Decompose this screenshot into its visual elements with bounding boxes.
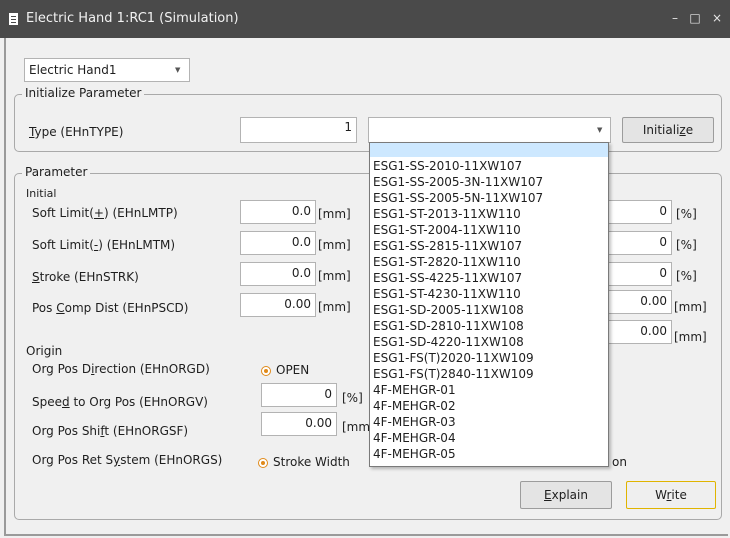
open-radio[interactable] (261, 366, 271, 376)
pos-comp-dist-label: Pos Comp Dist (EHnPSCD) (32, 301, 189, 315)
soft-limit-minus-label: Soft Limit(-) (EHnLMTM) (32, 238, 176, 252)
dropdown-item[interactable]: ESG1-ST-2820-11XW110 (373, 255, 521, 269)
dropdown-highlighted-empty-item[interactable] (370, 143, 608, 157)
right-value-unit: [mm] (674, 300, 707, 314)
soft-limit-plus-unit: [mm] (318, 207, 351, 221)
org-shift-unit: [mm (342, 420, 371, 434)
minimize-button[interactable]: – (666, 9, 684, 27)
hand-select-value: Electric Hand1 (29, 63, 117, 77)
soft-limit-plus-field[interactable]: 0.0 (240, 200, 316, 224)
dropdown-item[interactable]: 4F-MEHGR-05 (373, 447, 456, 461)
dropdown-item[interactable]: ESG1-ST-2013-11XW110 (373, 207, 521, 221)
dropdown-item[interactable]: ESG1-SS-2005-3N-11XW107 (373, 175, 543, 189)
model-select[interactable]: ▼ (368, 117, 611, 143)
chevron-down-icon: ▼ (175, 66, 181, 74)
dropdown-item[interactable]: 4F-MEHGR-04 (373, 431, 456, 445)
soft-limit-minus-unit: [mm] (318, 238, 351, 252)
pos-comp-dist-field[interactable]: 0.00 (240, 293, 316, 317)
right-value-unit: [%] (676, 238, 697, 252)
dropdown-item[interactable]: ESG1-ST-2004-11XW110 (373, 223, 521, 237)
dropdown-item[interactable]: ESG1-SS-4225-11XW107 (373, 271, 522, 285)
dropdown-item[interactable]: ESG1-SS-2005-5N-11XW107 (373, 191, 543, 205)
hand-select[interactable]: Electric Hand1 ▼ (24, 58, 190, 82)
right-value-unit: [%] (676, 207, 697, 221)
stroke-field[interactable]: 0.0 (240, 262, 316, 286)
dropdown-item[interactable]: ESG1-SD-2810-11XW108 (373, 319, 524, 333)
dropdown-item[interactable]: 4F-MEHGR-03 (373, 415, 456, 429)
dropdown-item[interactable]: ESG1-SS-2815-11XW107 (373, 239, 522, 253)
initial-heading: Initial (26, 187, 57, 200)
pos-comp-dist-unit: [mm] (318, 300, 351, 314)
dropdown-item[interactable]: ESG1-FS(T)2840-11XW109 (373, 367, 534, 381)
right-value-unit: [mm] (674, 330, 707, 344)
org-speed-field[interactable]: 0 (261, 383, 337, 407)
org-speed-label: Speed to Org Pos (EHnORGV) (32, 395, 208, 409)
initialize-button[interactable]: Initialize (622, 117, 714, 143)
maximize-button[interactable]: □ (686, 9, 704, 27)
org-speed-unit: [%] (342, 391, 363, 405)
electric-hand-window: Electric Hand 1:RC1 (Simulation) – □ × E… (0, 0, 730, 538)
write-button[interactable]: Write (626, 481, 716, 509)
parameter-legend: Parameter (22, 165, 91, 179)
type-field[interactable]: 1 (240, 117, 357, 143)
org-pos-direction-label: Org Pos Direction (EHnORGD) (32, 362, 210, 376)
origin-heading: Origin (26, 344, 63, 358)
window-title: Electric Hand 1:RC1 (Simulation) (26, 11, 239, 26)
soft-limit-plus-label: Soft Limit(+) (EHnLMTP) (32, 206, 178, 220)
stroke-label: Stroke (EHnSTRK) (32, 270, 139, 284)
model-dropdown-list[interactable]: ESG1-SS-2010-11XW107 ESG1-SS-2005-3N-11X… (369, 142, 609, 467)
document-icon (9, 13, 18, 25)
right-value-unit: [%] (676, 269, 697, 283)
org-ret-system-label: Org Pos Ret System (EHnORGS) (32, 453, 223, 467)
second-option-label-tail: on (612, 455, 627, 469)
open-radio-label: OPEN (276, 363, 310, 377)
chevron-down-icon: ▼ (597, 126, 603, 134)
stroke-unit: [mm] (318, 269, 351, 283)
dropdown-item[interactable]: ESG1-FS(T)2020-11XW109 (373, 351, 534, 365)
org-shift-field[interactable]: 0.00 (261, 412, 337, 436)
soft-limit-minus-field[interactable]: 0.0 (240, 231, 316, 255)
initialize-parameter-legend: Initialize Parameter (22, 86, 145, 100)
dropdown-item[interactable]: ESG1-ST-4230-11XW110 (373, 287, 521, 301)
org-shift-label: Org Pos Shift (EHnORGSF) (32, 424, 189, 438)
explain-button[interactable]: Explain (520, 481, 612, 509)
dropdown-item[interactable]: ESG1-SS-2010-11XW107 (373, 159, 522, 173)
dropdown-item[interactable]: 4F-MEHGR-01 (373, 383, 456, 397)
stroke-width-radio[interactable] (258, 458, 268, 468)
stroke-width-radio-label: Stroke Width (273, 455, 350, 469)
close-button[interactable]: × (708, 9, 726, 27)
dropdown-item[interactable]: ESG1-SD-4220-11XW108 (373, 335, 524, 349)
type-label: Type (EHnTYPE) (29, 125, 124, 139)
dropdown-item[interactable]: 4F-MEHGR-02 (373, 399, 456, 413)
title-bar[interactable]: Electric Hand 1:RC1 (Simulation) – □ × (0, 0, 730, 38)
dropdown-item[interactable]: ESG1-SD-2005-11XW108 (373, 303, 524, 317)
